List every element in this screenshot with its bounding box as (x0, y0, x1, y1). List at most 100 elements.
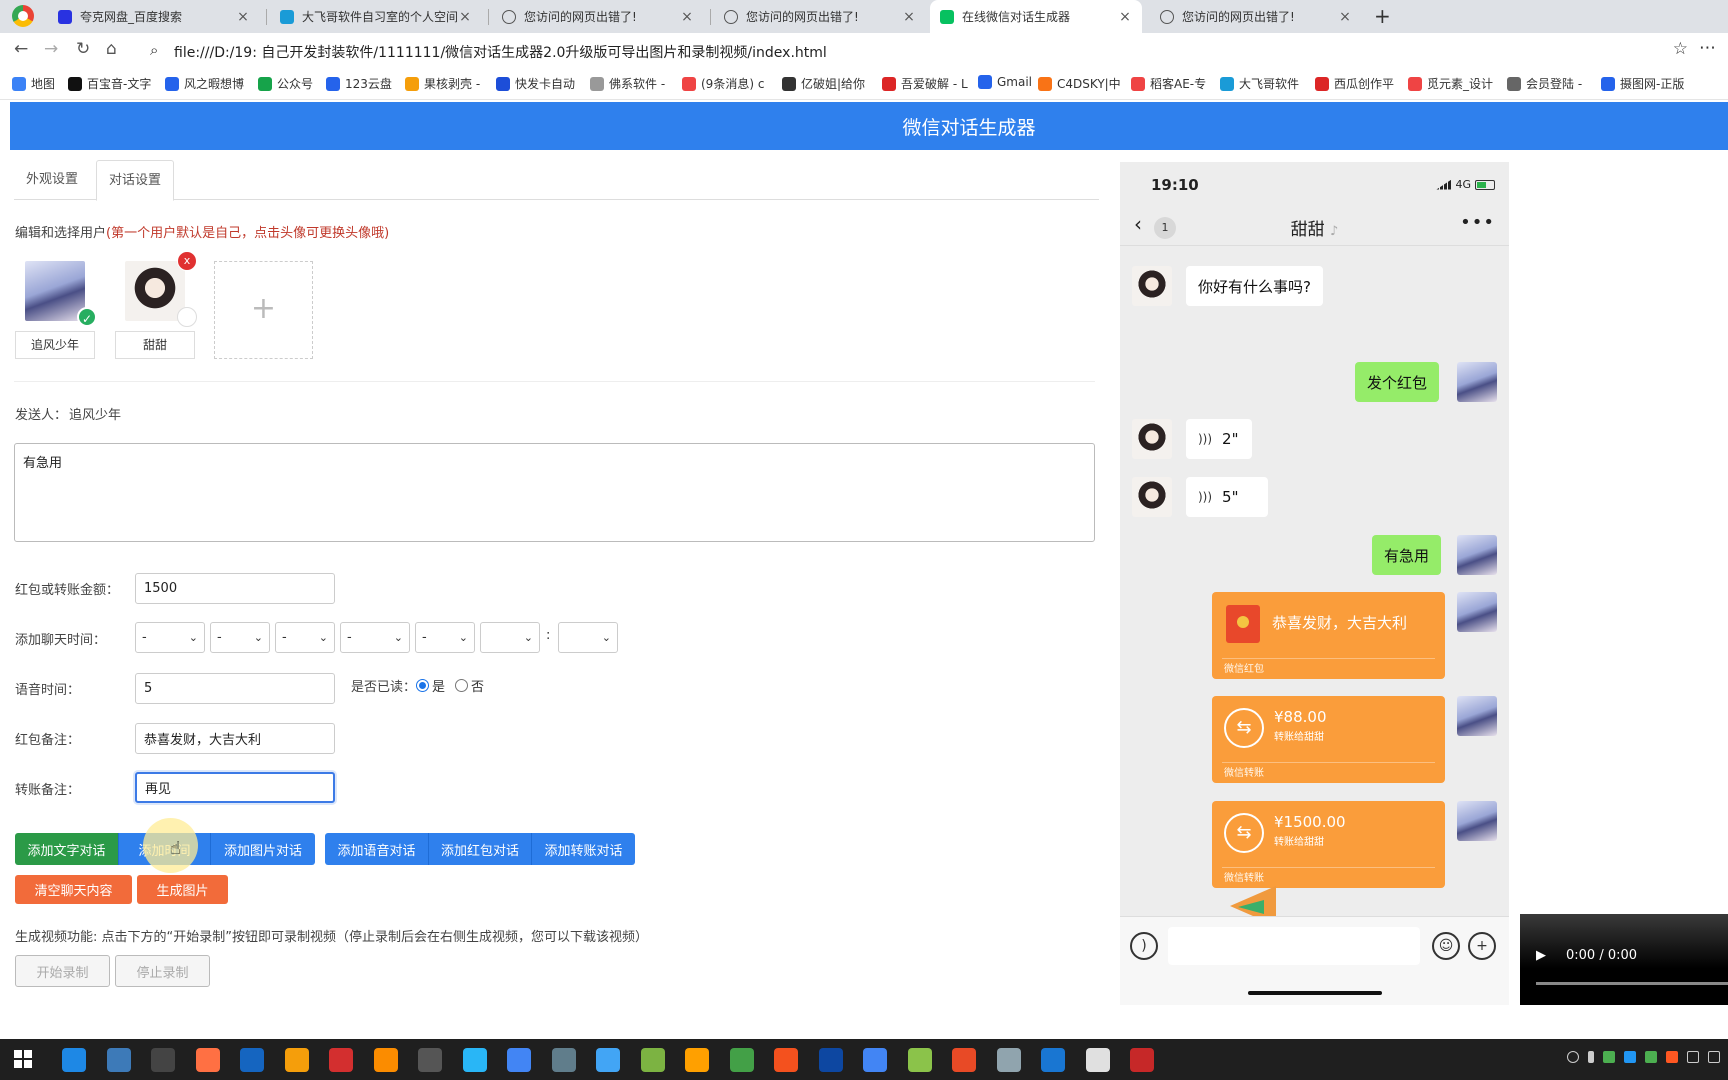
voice-time-input[interactable] (135, 673, 335, 704)
browser-icon[interactable] (863, 1048, 887, 1072)
browser-tab[interactable]: 您访问的网页出错了! × (492, 0, 704, 33)
flower-app-icon[interactable] (1085, 1048, 1110, 1072)
stop-record-button[interactable]: 停止录制 (115, 955, 210, 987)
cloud-icon[interactable] (1041, 1048, 1065, 1072)
chat-text-field[interactable] (1168, 927, 1420, 965)
avatar[interactable] (1457, 362, 1497, 402)
avatar[interactable] (1457, 801, 1497, 841)
read-yes-radio[interactable] (416, 679, 429, 692)
tray-app-icon[interactable] (1603, 1051, 1615, 1063)
bookmark-item[interactable]: Gmail (978, 75, 1032, 89)
notepad-icon[interactable] (996, 1048, 1021, 1072)
security-shield-icon[interactable] (106, 1048, 131, 1072)
delete-icon[interactable]: x (177, 251, 197, 271)
bookmark-item[interactable]: 稻客AE-专 (1131, 75, 1206, 92)
clear-chat-button[interactable]: 清空聊天内容 (15, 875, 132, 904)
start-record-button[interactable]: 开始录制 (15, 955, 110, 987)
bookmark-item[interactable]: 大飞哥软件 (1220, 75, 1299, 92)
bookmark-item[interactable]: 亿破姐|给你 (782, 75, 865, 92)
panda-app-icon[interactable] (640, 1048, 665, 1072)
bookmark-item[interactable]: 西瓜创作平 (1315, 75, 1394, 92)
wechat-icon[interactable] (729, 1048, 754, 1072)
time-select-weekday[interactable]: - ⌄ (340, 622, 410, 653)
add-voice-dialog-button[interactable]: 添加语音对话 (325, 833, 428, 865)
video-app-icon[interactable] (195, 1048, 220, 1072)
user-card[interactable]: x 甜甜 (115, 251, 197, 359)
url-field[interactable]: file:///D:/19: 自己开发封装软件/1111111/微信对话生成器2… (174, 42, 827, 62)
add-transfer-dialog-button[interactable]: 添加转账对话 (531, 833, 635, 865)
bookmark-item[interactable]: 佛系软件 - (590, 75, 665, 92)
bookmark-item[interactable]: 吾爱破解 - L (882, 75, 968, 92)
user-card[interactable]: ✓ 追风少年 (15, 261, 97, 359)
kodi-icon[interactable] (151, 1048, 175, 1072)
archive-icon[interactable] (1130, 1048, 1154, 1072)
bookmark-item[interactable]: 123云盘 (326, 75, 392, 92)
tab-appearance[interactable]: 外观设置 (14, 160, 90, 201)
avatar[interactable] (1132, 419, 1172, 459)
close-icon[interactable]: × (680, 9, 694, 25)
tray-record-icon[interactable] (1567, 1051, 1579, 1063)
play-icon[interactable]: ▶ (1536, 948, 1546, 963)
avatar[interactable]: x (125, 251, 197, 327)
back-arrow-icon[interactable]: ← (14, 39, 28, 59)
message-textarea[interactable]: 有急用 (14, 443, 1095, 542)
video-player[interactable]: ▶ 0:00 / 0:00 (1520, 914, 1728, 1005)
microphone-icon[interactable] (1588, 1051, 1594, 1063)
amount-input[interactable] (135, 573, 335, 604)
browser-tab[interactable]: 夸克网盘_百度搜索 × (48, 0, 260, 33)
tray-app-icon[interactable] (1645, 1051, 1657, 1063)
browser-tab[interactable]: 您访问的网页出错了! × (714, 0, 926, 33)
avatar[interactable] (1457, 592, 1497, 632)
bookmark-item[interactable]: 会员登陆 - (1507, 75, 1582, 92)
browser-logo-icon[interactable] (12, 5, 34, 27)
time-select-year[interactable]: - ⌄ (135, 622, 205, 653)
transfer-card[interactable]: ⇆ ¥1500.00 转账给甜甜 微信转账 (1212, 801, 1445, 888)
close-icon[interactable]: × (458, 9, 472, 25)
add-redpkt-dialog-button[interactable]: 添加红包对话 (428, 833, 531, 865)
close-icon[interactable]: × (1118, 9, 1132, 25)
add-user-button[interactable]: + (214, 261, 313, 359)
chrome-icon[interactable] (507, 1048, 531, 1072)
notes-icon[interactable] (596, 1048, 620, 1072)
user-name-field[interactable]: 追风少年 (15, 331, 95, 359)
new-tab-button[interactable]: + (1374, 4, 1391, 28)
record-icon[interactable] (329, 1048, 353, 1072)
avatar[interactable] (1132, 266, 1172, 306)
edge-browser-icon[interactable] (62, 1048, 86, 1072)
avatar[interactable]: ✓ (25, 261, 97, 327)
chat-app-icon[interactable] (462, 1048, 487, 1072)
time-select-minute[interactable]: ⌄ (558, 622, 618, 653)
more-icon[interactable]: ••• (1460, 212, 1495, 233)
bookmark-item[interactable]: 摄图网-正版 (1601, 75, 1684, 92)
avatar[interactable] (1457, 696, 1497, 736)
user-name-field[interactable]: 甜甜 (115, 331, 195, 359)
box-app-icon[interactable] (685, 1048, 709, 1072)
photoshop-icon[interactable] (818, 1048, 843, 1072)
printer-icon[interactable] (240, 1048, 264, 1072)
bookmark-item[interactable]: 果核剥壳 - (405, 75, 480, 92)
windows-start-icon[interactable] (14, 1050, 32, 1068)
transfer-card[interactable]: ⇆ ¥88.00 转账给甜甜 微信转账 (1212, 696, 1445, 783)
tray-app-icon[interactable] (1666, 1051, 1678, 1063)
bookmark-item[interactable]: 公众号 (258, 75, 313, 92)
time-select-month[interactable]: - ⌄ (210, 622, 270, 653)
bookmark-item[interactable]: 觅元素_设计 (1408, 75, 1493, 92)
time-select-day[interactable]: - ⌄ (275, 622, 335, 653)
bookmark-item[interactable]: 地图 (12, 75, 55, 92)
close-icon[interactable]: × (236, 9, 250, 25)
transfer-note-input[interactable] (135, 772, 335, 803)
circle-app-icon[interactable] (907, 1048, 932, 1072)
browser-tab[interactable]: 大飞哥软件自习室的个人空间 × (270, 0, 482, 33)
send-icon[interactable] (284, 1048, 309, 1072)
video-progress-bar[interactable] (1536, 982, 1728, 985)
plus-icon[interactable]: + (1468, 932, 1496, 960)
read-no-radio[interactable] (455, 679, 468, 692)
reload-icon[interactable]: ↻ (76, 39, 90, 59)
tab-dialog[interactable]: 对话设置 (96, 160, 175, 201)
add-text-dialog-button[interactable]: 添加文字对话 (15, 833, 118, 865)
browser-tab-active[interactable]: 在线微信对话生成器 × (930, 0, 1142, 33)
red-packet-card[interactable]: 恭喜发财，大吉大利 微信红包 (1212, 592, 1445, 679)
add-image-dialog-button[interactable]: 添加图片对话 (210, 833, 315, 865)
fox-app-icon[interactable] (774, 1048, 798, 1072)
browser-menu-icon[interactable]: ⋯ (1699, 38, 1716, 58)
